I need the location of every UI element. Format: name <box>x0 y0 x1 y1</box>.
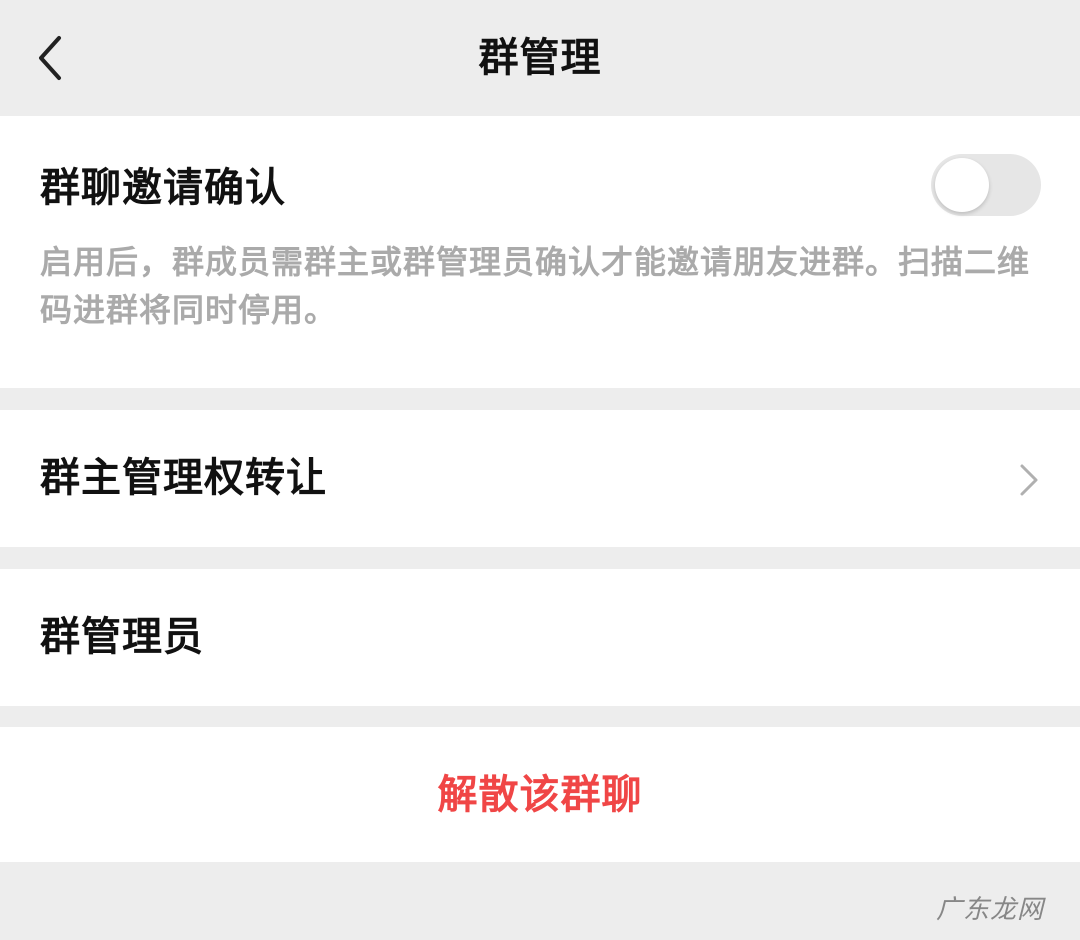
dissolve-group-button[interactable]: 解散该群聊 <box>0 767 1080 823</box>
toggle-knob <box>935 158 989 212</box>
chevron-right-icon <box>1020 464 1038 496</box>
group-admins-row[interactable]: 群管理员 <box>0 569 1080 706</box>
group-admins-label: 群管理员 <box>40 614 204 660</box>
nav-bar: 群管理 <box>0 0 1080 116</box>
invite-confirm-toggle[interactable] <box>931 154 1041 216</box>
transfer-ownership-label: 群主管理权转让 <box>40 455 327 501</box>
dissolve-section: 解散该群聊 <box>0 727 1080 862</box>
watermark: 广东龙网 <box>935 895 1044 925</box>
page-title: 群管理 <box>478 35 602 81</box>
invite-confirm-label: 群聊邀请确认 <box>40 165 286 211</box>
invite-confirm-description: 启用后，群成员需群主或群管理员确认才能邀请朋友进群。扫描二维码进群将同时停用。 <box>40 243 1031 329</box>
transfer-ownership-row[interactable]: 群主管理权转让 <box>0 410 1080 547</box>
invite-confirm-section: 群聊邀请确认 启用后，群成员需群主或群管理员确认才能邀请朋友进群。扫描二维码进群… <box>0 116 1080 388</box>
